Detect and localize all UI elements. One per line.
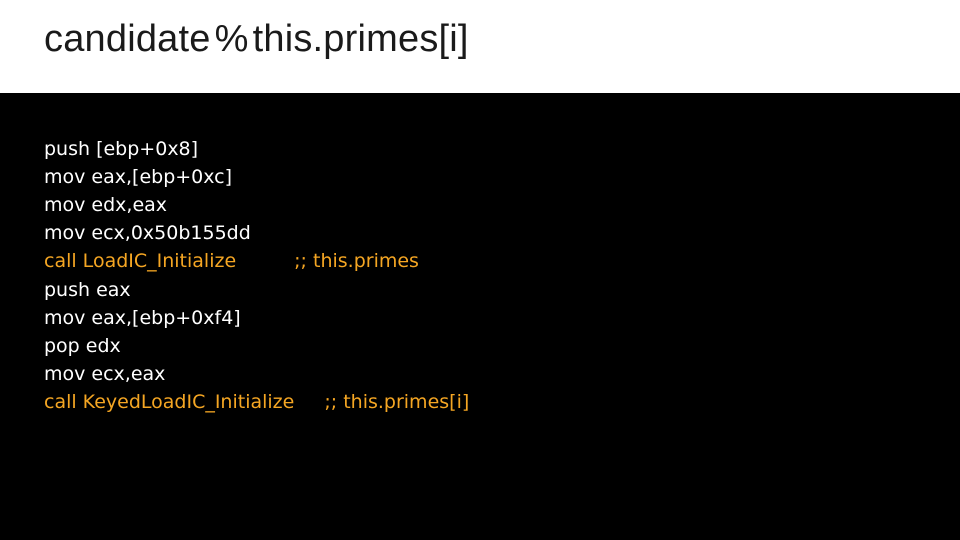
code-line: call LoadIC_Initialize ;; this.primes: [44, 247, 916, 275]
slide: candidate%this.primes[i] push [ebp+0x8] …: [0, 0, 960, 540]
asm-op: pop edx: [44, 335, 121, 357]
code-line: mov eax,[ebp+0xc]: [44, 163, 916, 191]
title-part-c: this.primes[i]: [253, 18, 469, 60]
code-line: mov edx,eax: [44, 191, 916, 219]
asm-comment: ;; this.primes[i]: [324, 391, 469, 413]
code-line: mov ecx,0x50b155dd: [44, 219, 916, 247]
asm-op: mov ecx,0x50b155dd: [44, 222, 251, 244]
slide-header: candidate%this.primes[i]: [0, 0, 960, 93]
asm-op: mov eax,[ebp+0xf4]: [44, 307, 241, 329]
asm-op: mov edx,eax: [44, 194, 167, 216]
asm-call: call LoadIC_Initialize: [44, 250, 236, 272]
code-line: push eax: [44, 276, 916, 304]
asm-comment: ;; this.primes: [294, 250, 419, 272]
code-line: push [ebp+0x8]: [44, 135, 916, 163]
code-block: push [ebp+0x8] mov eax,[ebp+0xc] mov edx…: [0, 93, 960, 540]
asm-op: push eax: [44, 279, 131, 301]
title-part-a: candidate: [44, 18, 211, 60]
asm-call: call KeyedLoadIC_Initialize: [44, 391, 294, 413]
code-line: pop edx: [44, 332, 916, 360]
code-line: mov eax,[ebp+0xf4]: [44, 304, 916, 332]
asm-op: mov ecx,eax: [44, 363, 165, 385]
code-line: call KeyedLoadIC_Initialize ;; this.prime…: [44, 388, 916, 416]
title-part-b: %: [215, 18, 249, 60]
slide-title: candidate%this.primes[i]: [44, 18, 916, 61]
asm-op: mov eax,[ebp+0xc]: [44, 166, 232, 188]
asm-op: push [ebp+0x8]: [44, 138, 198, 160]
code-line: mov ecx,eax: [44, 360, 916, 388]
